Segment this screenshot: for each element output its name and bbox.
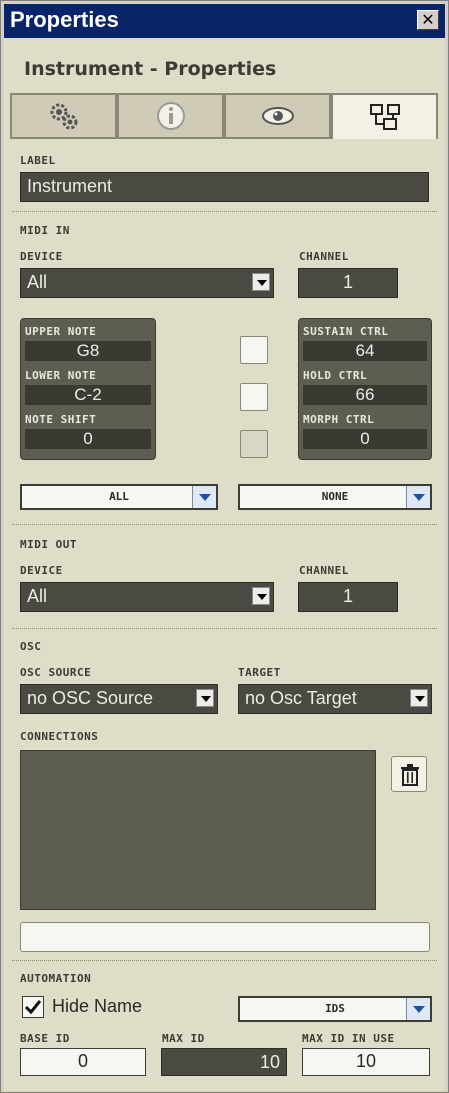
window-title: Properties [10,7,119,32]
connections-label: CONNECTIONS [20,730,99,743]
osc-heading: OSC [20,640,42,653]
sustain-ctrl-value[interactable]: 64 [303,341,427,361]
osc-target-label: TARGET [238,666,281,679]
max-id-in-use-label: MAX ID IN USE [302,1032,395,1045]
chevron-down-icon[interactable] [252,587,270,605]
upper-note-value[interactable]: G8 [25,341,151,361]
hold-ctrl-value[interactable]: 66 [303,385,427,405]
midi-out-device-select[interactable]: All [20,582,274,612]
osc-target-select[interactable]: no Osc Target [238,684,432,714]
checkmark-icon [24,1000,42,1015]
connections-list[interactable] [20,750,376,910]
chevron-down-icon[interactable] [410,689,428,707]
tab-info[interactable] [117,93,224,139]
panel-title: Instrument - Properties [24,58,277,80]
note-filter-value: ALL [109,490,129,503]
midi-in-channel-label: CHANNEL [299,250,349,263]
max-id-in-use-field: 10 [302,1048,430,1076]
osc-source-label: OSC SOURCE [20,666,92,679]
trash-icon [401,764,419,786]
midi-in-device-value: All [27,272,48,292]
properties-panel: Instrument - Properties LABEL Instrument… [4,38,445,1091]
ids-dropdown-value: IDS [325,1002,345,1015]
midi-in-channel-field[interactable]: 1 [298,268,398,298]
tab-bar [10,93,438,139]
info-icon [156,102,185,130]
close-icon: ✕ [421,10,435,29]
upper-note-label: UPPER NOTE [25,325,97,338]
chevron-down-icon[interactable] [406,998,430,1020]
midi-in-device-select[interactable]: All [20,268,274,298]
max-id-label: MAX ID [162,1032,205,1045]
osc-target-value: no Osc Target [245,688,357,708]
osc-source-select[interactable]: no OSC Source [20,684,218,714]
lower-note-label: LOWER NOTE [25,369,97,382]
controller-box: SUSTAIN CTRL 64 HOLD CTRL 66 MORPH CTRL … [298,318,432,460]
chevron-down-icon[interactable] [192,486,216,508]
automation-heading: AUTOMATION [20,972,92,985]
note-filter-dropdown[interactable]: ALL [20,484,218,510]
midi-out-device-value: All [27,586,48,606]
max-id-field[interactable]: 10 [161,1048,287,1076]
midi-out-device-label: DEVICE [20,564,63,577]
midi-in-heading: MIDI IN [20,224,70,237]
chevron-down-icon[interactable] [196,689,214,707]
divider [12,211,437,212]
morph-ctrl-label: MORPH CTRL [303,413,375,426]
connection-icon [369,104,400,130]
chevron-down-icon[interactable] [406,486,430,508]
midi-out-heading: MIDI OUT [20,538,77,551]
connection-input[interactable] [20,922,430,952]
title-bar[interactable]: Properties ✕ [4,4,445,38]
chevron-down-icon[interactable] [252,273,270,291]
midi-out-channel-field[interactable]: 1 [298,582,398,612]
hold-ctrl-label: HOLD CTRL [303,369,368,382]
divider [12,628,437,629]
delete-connection-button[interactable] [391,756,427,792]
midi-out-channel-label: CHANNEL [299,564,349,577]
close-button[interactable]: ✕ [417,10,439,30]
divider [12,524,437,525]
base-id-label: BASE ID [20,1032,70,1045]
morph-toggle[interactable] [240,430,268,458]
tab-connection[interactable] [331,93,438,139]
base-id-field[interactable]: 0 [20,1048,146,1076]
osc-source-value: no OSC Source [27,688,154,708]
hide-name-checkbox[interactable] [22,996,44,1018]
tab-settings[interactable] [10,93,117,139]
gears-icon [50,103,77,130]
controller-filter-value: NONE [321,490,349,503]
eye-icon [261,107,294,125]
hide-name-label: Hide Name [52,996,143,1016]
note-shift-label: NOTE SHIFT [25,413,97,426]
morph-ctrl-value[interactable]: 0 [303,429,427,449]
note-range-box: UPPER NOTE G8 LOWER NOTE C-2 NOTE SHIFT … [20,318,156,460]
ids-dropdown[interactable]: IDS [238,996,432,1022]
lower-note-value[interactable]: C-2 [25,385,151,405]
label-input[interactable]: Instrument [20,172,429,202]
sustain-ctrl-label: SUSTAIN CTRL [303,325,389,338]
midi-in-device-label: DEVICE [20,250,63,263]
label-heading: LABEL [20,154,56,167]
tab-visibility[interactable] [224,93,331,139]
sustain-toggle[interactable] [240,336,268,364]
hold-toggle[interactable] [240,383,268,411]
divider [12,960,437,961]
controller-filter-dropdown[interactable]: NONE [238,484,432,510]
properties-window: Properties ✕ Instrument - Properties LAB… [0,0,449,1093]
note-shift-value[interactable]: 0 [25,429,151,449]
